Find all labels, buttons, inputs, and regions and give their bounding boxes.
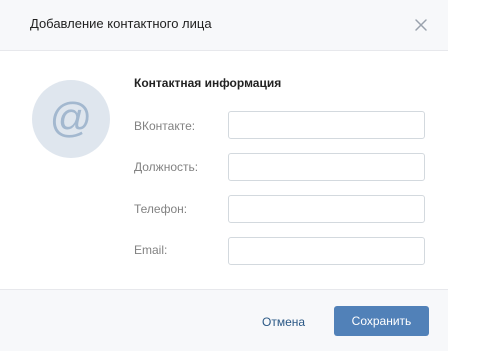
at-sign-icon: @ xyxy=(50,94,93,141)
save-button[interactable]: Сохранить xyxy=(334,306,429,336)
email-label: Email: xyxy=(134,243,168,257)
svg-text:@: @ xyxy=(50,94,93,141)
cancel-button[interactable]: Отмена xyxy=(262,315,305,329)
section-title: Контактная информация xyxy=(134,76,282,90)
position-input[interactable] xyxy=(228,153,425,181)
contact-dialog: Добавление контактного лица @ Контактная… xyxy=(0,0,448,351)
email-input[interactable] xyxy=(228,237,425,265)
dialog-header: Добавление контактного лица xyxy=(0,0,448,51)
vk-label: ВКонтакте: xyxy=(134,119,196,133)
dialog-title: Добавление контактного лица xyxy=(30,16,212,31)
dialog-footer: Отмена Сохранить xyxy=(0,289,448,351)
position-label: Должность: xyxy=(134,160,199,174)
avatar: @ xyxy=(32,80,110,158)
phone-label: Телефон: xyxy=(134,202,188,216)
close-icon[interactable] xyxy=(411,15,431,35)
vk-input[interactable] xyxy=(228,111,425,139)
phone-input[interactable] xyxy=(228,195,425,223)
